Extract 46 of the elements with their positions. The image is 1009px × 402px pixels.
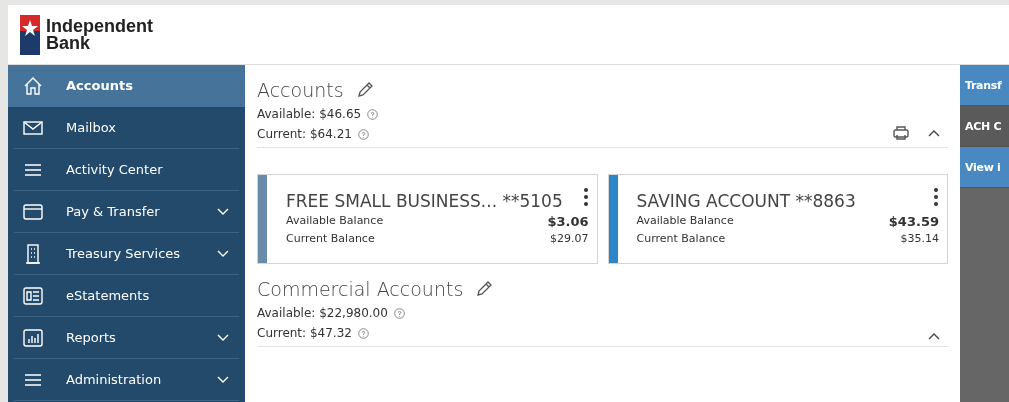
sidebar-item[interactable]: eStatements (14, 275, 239, 317)
quick-action-button[interactable]: View i (960, 147, 1009, 188)
sidebar-item[interactable]: Treasury Services (14, 233, 239, 275)
balance-amount: $3.06 (547, 214, 589, 229)
balance-label: Current Balance (636, 232, 726, 245)
account-name: SAVING ACCOUNT **8863 (636, 191, 856, 211)
credit-card-icon (22, 201, 44, 222)
quick-action-button[interactable]: ACH C (960, 106, 1009, 147)
sidebar-item[interactable]: Accounts (8, 65, 245, 107)
more-options-icon[interactable] (933, 187, 939, 207)
pencil-icon[interactable] (475, 280, 494, 298)
brand-name: Independent Bank (46, 17, 153, 52)
balance-label: Current Balance (286, 232, 375, 245)
section-title: Commercial Accounts (257, 278, 464, 300)
account-card[interactable]: FREE SMALL BUSINESS... **5105 Available Balance $3.06 Current Balance $29.07 (257, 174, 598, 264)
newspaper-icon (22, 285, 44, 306)
balance-label: Available Balance (286, 214, 384, 229)
sidebar-item[interactable]: Reports (14, 317, 239, 359)
printer-icon[interactable] (892, 125, 910, 141)
collapse-icon[interactable] (928, 129, 940, 137)
more-options-icon[interactable] (582, 187, 589, 207)
account-card[interactable]: SAVING ACCOUNT **8863 Available Balance $43.59 Current Balance $35.14 (607, 174, 948, 264)
balance-amount: $35.14 (900, 232, 939, 245)
current-total: Current: $47.32 (257, 326, 352, 340)
bar-chart-icon (22, 327, 44, 348)
section-title: Accounts (257, 79, 344, 101)
sidebar-item[interactable]: Mailbox (14, 107, 239, 149)
home-icon (22, 75, 44, 96)
chevron-down-icon[interactable] (217, 333, 229, 342)
available-total: Available: $46.65 (257, 107, 362, 121)
balance-label: Available Balance (636, 214, 734, 229)
balance-amount: $29.07 (550, 232, 589, 245)
sidebar-item[interactable]: Pay & Transfer (14, 191, 239, 233)
balance-amount: $43.59 (888, 214, 939, 229)
current-total: Current: $64.21 (257, 127, 352, 141)
available-total: Available: $22,980.00 (257, 306, 388, 320)
chevron-down-icon[interactable] (217, 249, 229, 258)
chevron-down-icon[interactable] (217, 375, 229, 384)
chevron-down-icon[interactable] (217, 207, 229, 216)
sidebar-item[interactable]: Activity Center (14, 149, 239, 191)
sidebar-item[interactable]: Administration (14, 359, 239, 401)
account-name: FREE SMALL BUSINESS... **5105 (286, 191, 563, 211)
quick-action-button[interactable]: Transf (960, 65, 1009, 106)
pencil-icon[interactable] (355, 81, 374, 99)
collapse-icon[interactable] (928, 332, 940, 340)
flag-logo-icon (20, 14, 40, 55)
